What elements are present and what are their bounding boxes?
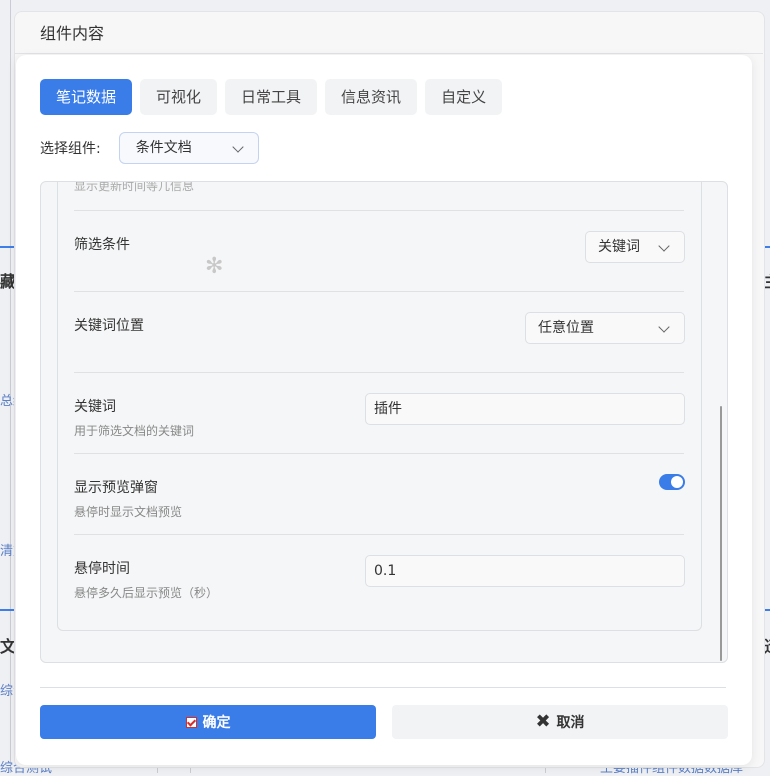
cancel-button[interactable]: ✖ 取消 [392,705,728,739]
keyword-input-value: 插件 [374,401,402,417]
settings-row-preview-popup: 显示预览弹窗 悬停时显示文档预览 [74,477,684,520]
row-divider [74,453,684,454]
tab-custom[interactable]: 自定义 [425,79,503,115]
row-divider [74,291,684,292]
tab-daily-tools[interactable]: 日常工具 [225,79,318,115]
row-divider [74,534,684,535]
row-divider [74,372,684,373]
scrollbar-thumb[interactable] [720,406,722,661]
component-dialog: 笔记数据 可视化 日常工具 信息资讯 自定义 选择组件: 条件文档 显示更新时间… [16,55,752,765]
settings-card: 显示更新时间等几信息 筛选条件 关键词 关键词位置 任意位置 ✻ 关键词 用于筛… [57,181,702,631]
filter-condition-select[interactable]: 关键词 [585,231,685,263]
settings-row-partial: 显示更新时间等几信息 [74,181,684,194]
component-select-value: 条件文档 [135,140,192,156]
cancel-button-label: 取消 [556,715,585,731]
category-tabs: 笔记数据 可视化 日常工具 信息资讯 自定义 [40,79,503,115]
bg-divider [10,0,11,773]
component-selector-label: 选择组件: [40,141,101,157]
hover-time-input[interactable]: 0.1 [365,555,685,587]
panel-title: 组件内容 [40,24,105,43]
preview-popup-toggle[interactable] [659,474,685,490]
tab-news[interactable]: 信息资讯 [325,79,418,115]
setting-description: 悬停时显示文档预览 [74,505,183,519]
confirm-button-label: 确定 [202,715,231,731]
checkbox-check-icon [185,716,197,728]
close-icon: ✖ [535,711,551,732]
settings-scroll-area[interactable]: 显示更新时间等几信息 筛选条件 关键词 关键词位置 任意位置 ✻ 关键词 用于筛… [40,181,728,663]
keyword-position-select[interactable]: 任意位置 [525,312,685,344]
row-divider [74,210,684,211]
footer-divider [40,687,726,688]
filter-condition-value: 关键词 [598,239,640,255]
bg-accent-line [0,609,14,611]
confirm-button[interactable]: 确定 [40,705,376,739]
setting-title: 显示预览弹窗 [74,480,158,496]
chevron-down-icon [658,321,670,333]
chevron-down-icon [232,141,244,153]
component-selector-row: 选择组件: 条件文档 [40,131,259,165]
panel-divider [14,53,763,54]
tab-note-data[interactable]: 笔记数据 [40,79,133,115]
loading-spinner-icon: ✻ [205,254,224,279]
component-select[interactable]: 条件文档 [118,132,259,164]
keyword-position-value: 任意位置 [538,320,594,336]
toggle-knob [671,476,683,488]
chevron-down-icon [658,240,670,252]
setting-description: 显示更新时间等几信息 [74,181,195,193]
tab-visualization[interactable]: 可视化 [140,79,218,115]
bg-accent-line [0,246,14,248]
keyword-input[interactable]: 插件 [365,393,685,425]
hover-time-input-value: 0.1 [374,563,397,579]
